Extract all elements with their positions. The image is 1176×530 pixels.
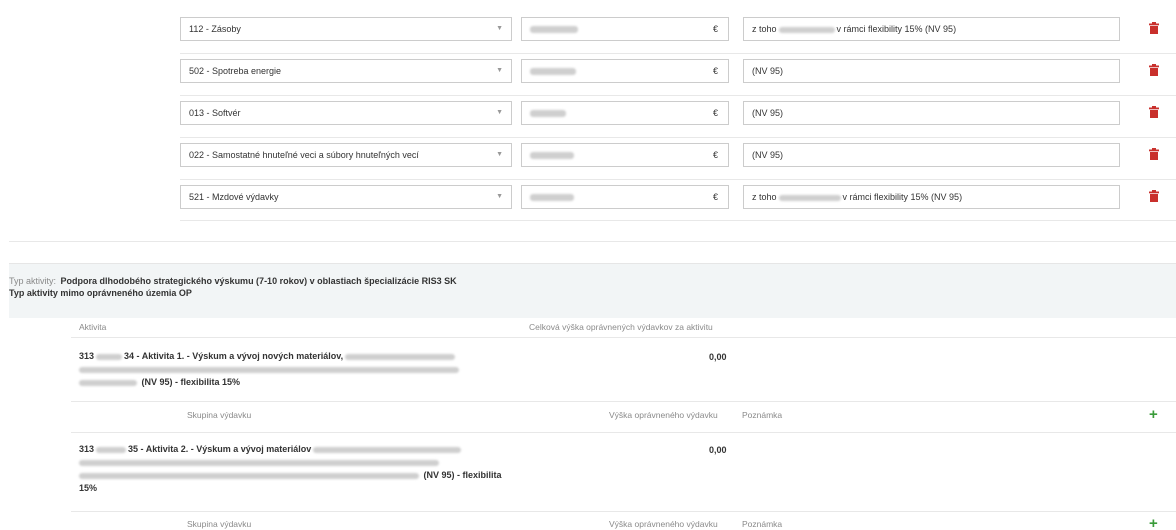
- chevron-down-icon: ▼: [496, 109, 503, 116]
- chevron-down-icon: ▼: [496, 193, 503, 200]
- expense-amount-input[interactable]: €: [521, 185, 729, 209]
- activity-tail: (NV 95) - flexibilita 15%: [141, 377, 241, 387]
- activity-tail-2: 15%: [79, 483, 98, 493]
- expense-row: 112 - Zásoby ▼ € z toho v rámci flexibili…: [0, 17, 1176, 41]
- note-text-after: v rámci flexibility 15% (NV 95): [836, 24, 957, 34]
- expense-category-value: 013 - Softvér: [189, 108, 241, 118]
- chevron-down-icon: ▼: [496, 25, 503, 32]
- expense-category-value: 112 - Zásoby: [189, 24, 241, 34]
- redacted-amount: [530, 68, 576, 75]
- currency-label: €: [712, 192, 718, 202]
- plus-icon[interactable]: +: [1149, 407, 1158, 422]
- column-header-activity: Aktivita: [79, 322, 107, 332]
- redacted-amount: [530, 152, 574, 159]
- sub-header-group: Skupina výdavku: [187, 519, 252, 529]
- expense-note-input[interactable]: z toho v rámci flexibility 15% (NV 95): [743, 185, 1120, 209]
- expense-category-select[interactable]: 502 - Spotreba energie ▼: [180, 59, 512, 83]
- note-text-before: z toho: [752, 192, 777, 202]
- plus-icon[interactable]: +: [1149, 516, 1158, 530]
- activity-2-name: 313 35 - Aktivita 2. - Výskum a vývoj mat…: [79, 443, 519, 495]
- note-text: (NV 95): [752, 150, 784, 160]
- expense-note-input[interactable]: (NV 95): [743, 143, 1120, 167]
- expense-note-input[interactable]: z toho v rámci flexibility 15% (NV 95): [743, 17, 1120, 41]
- currency-label: €: [712, 24, 718, 34]
- expense-category-select[interactable]: 022 - Samostatné hnuteľné veci a súbory …: [180, 143, 512, 167]
- activity-code-suffix: 34 - Aktivita 1. - Výskum a vývoj nových…: [124, 351, 344, 361]
- sub-header-note: Poznámka: [742, 410, 783, 420]
- redacted-amount: [530, 26, 578, 33]
- trash-icon[interactable]: [1148, 106, 1160, 118]
- sub-header-amount: Výška oprávneného výdavku: [609, 519, 718, 529]
- expense-row: 013 - Softvér ▼ € (NV 95): [0, 101, 1176, 125]
- column-header-total: Celková výška oprávnených výdavkov za ak…: [529, 322, 713, 332]
- expense-row: 022 - Samostatné hnuteľné veci a súbory …: [0, 143, 1176, 167]
- currency-label: €: [712, 108, 718, 118]
- expense-category-select[interactable]: 521 - Mzdové výdavky ▼: [180, 185, 512, 209]
- sub-header-group: Skupina výdavku: [187, 410, 252, 420]
- expense-category-value: 022 - Samostatné hnuteľné veci a súbory …: [189, 150, 419, 160]
- expense-amount-input[interactable]: €: [521, 17, 729, 41]
- redacted-amount: [530, 110, 566, 117]
- expense-amount-input[interactable]: €: [521, 101, 729, 125]
- trash-icon[interactable]: [1148, 64, 1160, 76]
- note-text-after: v rámci flexibility 15% (NV 95): [842, 192, 963, 202]
- expense-category-select[interactable]: 013 - Softvér ▼: [180, 101, 512, 125]
- activity-code-prefix: 313: [79, 444, 95, 454]
- activity-type-label: Typ aktivity:: [9, 276, 57, 286]
- chevron-down-icon: ▼: [496, 67, 503, 74]
- redacted-amount: [530, 194, 574, 201]
- expense-category-value: 521 - Mzdové výdavky: [189, 192, 279, 202]
- expense-category-select[interactable]: 112 - Zásoby ▼: [180, 17, 512, 41]
- expense-note-input[interactable]: (NV 95): [743, 59, 1120, 83]
- activity-1-total: 0,00: [709, 352, 727, 362]
- activity-tail: (NV 95) - flexibilita: [423, 470, 502, 480]
- activity-type-header: Typ aktivity: Podpora dlhodobého strateg…: [9, 263, 1176, 318]
- trash-icon[interactable]: [1148, 148, 1160, 160]
- expense-row: 502 - Spotreba energie ▼ € (NV 95): [0, 59, 1176, 83]
- activity-1-name: 313 34 - Aktivita 1. - Výskum a vývoj nov…: [79, 350, 519, 389]
- activity-type-outside-label: Typ aktivity mimo oprávneného územia OP: [9, 288, 192, 298]
- expense-note-input[interactable]: (NV 95): [743, 101, 1120, 125]
- sub-header-amount: Výška oprávneného výdavku: [609, 410, 718, 420]
- activity-code-prefix: 313: [79, 351, 95, 361]
- note-text-before: z toho: [752, 24, 777, 34]
- expense-row: 521 - Mzdové výdavky ▼ € z toho v rámci f…: [0, 185, 1176, 209]
- activity-type-value: Podpora dlhodobého strategického výskumu…: [60, 276, 457, 286]
- sub-header-note: Poznámka: [742, 519, 783, 529]
- trash-icon[interactable]: [1148, 190, 1160, 202]
- note-text: (NV 95): [752, 108, 784, 118]
- currency-label: €: [712, 150, 718, 160]
- expense-amount-input[interactable]: €: [521, 59, 729, 83]
- activity-code-suffix: 35 - Aktivita 2. - Výskum a vývoj materi…: [128, 444, 312, 454]
- currency-label: €: [712, 66, 718, 76]
- activity-2-total: 0,00: [709, 445, 727, 455]
- note-text: (NV 95): [752, 66, 784, 76]
- expense-amount-input[interactable]: €: [521, 143, 729, 167]
- trash-icon[interactable]: [1148, 22, 1160, 34]
- activity-type-line: Typ aktivity: Podpora dlhodobého strateg…: [9, 276, 457, 286]
- expense-category-value: 502 - Spotreba energie: [189, 66, 282, 76]
- chevron-down-icon: ▼: [496, 151, 503, 158]
